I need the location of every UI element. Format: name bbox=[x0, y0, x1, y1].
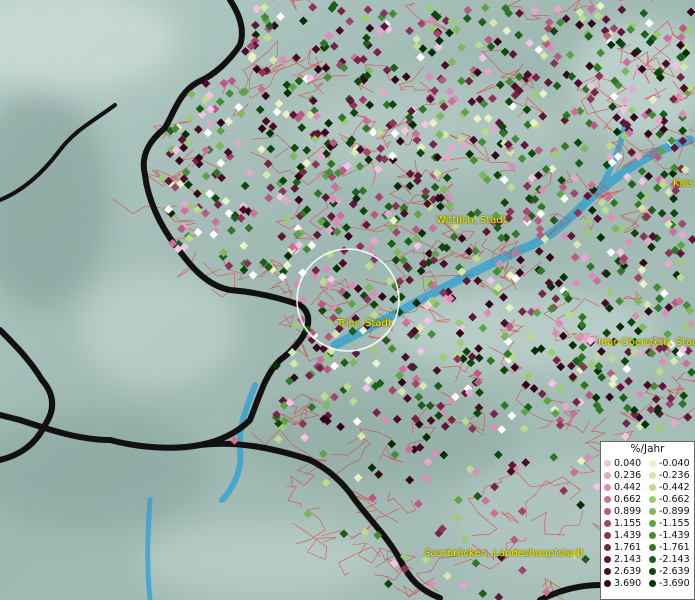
legend-swatch bbox=[604, 507, 611, 515]
legend-swatch bbox=[649, 519, 656, 527]
legend-value: 1.439 bbox=[614, 529, 642, 541]
legend-swatch bbox=[649, 495, 656, 503]
legend-entry-increase: 1.761 bbox=[604, 542, 649, 553]
legend-value: 2.639 bbox=[614, 565, 642, 577]
legend-swatch bbox=[649, 471, 656, 479]
legend-entry-decrease: -2.639 bbox=[649, 566, 694, 577]
legend-row: 0.899 -0.899 bbox=[604, 505, 694, 517]
legend-entry-increase: 3.690 bbox=[604, 578, 649, 589]
legend-value: -0.899 bbox=[659, 505, 690, 517]
map-legend: %/Jahr 0.040 -0.040 0.236 -0.236 0.442 -0.442… bbox=[600, 441, 695, 600]
legend-entry-increase: 1.155 bbox=[604, 518, 649, 529]
legend-value: 0.662 bbox=[614, 493, 642, 505]
legend-value: 0.040 bbox=[614, 457, 642, 469]
legend-row: 0.236 -0.236 bbox=[604, 469, 694, 481]
legend-swatch bbox=[604, 567, 611, 575]
legend-row: 0.040 -0.040 bbox=[604, 457, 694, 469]
legend-entry-increase: 0.040 bbox=[604, 458, 649, 469]
legend-row: 1.439 -1.439 bbox=[604, 529, 694, 541]
legend-swatch bbox=[604, 495, 611, 503]
legend-swatch bbox=[649, 579, 656, 587]
legend-swatch bbox=[604, 459, 611, 467]
legend-row: 1.155 -1.155 bbox=[604, 517, 694, 529]
legend-swatch bbox=[604, 555, 611, 563]
legend-entry-decrease: -1.761 bbox=[649, 542, 694, 553]
legend-swatch bbox=[604, 471, 611, 479]
city-label-idar-oberstein: Idar-Oberstein, Stad bbox=[598, 337, 695, 348]
legend-entry-decrease: -2.143 bbox=[649, 554, 694, 565]
legend-entry-decrease: -0.236 bbox=[649, 470, 694, 481]
legend-value: 0.899 bbox=[614, 505, 642, 517]
legend-value: 1.155 bbox=[614, 517, 642, 529]
legend-entry-increase: 2.639 bbox=[604, 566, 649, 577]
map-view[interactable]: Wittlich, Stadt Trier, Stadt Idar-Oberst… bbox=[0, 0, 695, 600]
legend-title: %/Jahr bbox=[630, 443, 665, 455]
legend-value: 1.761 bbox=[614, 541, 642, 553]
legend-entry-decrease: -0.442 bbox=[649, 482, 694, 493]
legend-swatch bbox=[649, 483, 656, 491]
legend-value: 3.690 bbox=[614, 577, 642, 589]
legend-value: -0.662 bbox=[659, 493, 690, 505]
legend-swatch bbox=[649, 459, 656, 467]
legend-value: -1.155 bbox=[659, 517, 690, 529]
legend-swatch bbox=[604, 543, 611, 551]
legend-swatch bbox=[649, 555, 656, 563]
legend-swatch bbox=[649, 543, 656, 551]
legend-value: 2.143 bbox=[614, 553, 642, 565]
city-label-kaiserslautern: Kais bbox=[673, 178, 694, 189]
legend-value: 0.442 bbox=[614, 481, 642, 493]
legend-entry-decrease: -3.690 bbox=[649, 578, 694, 589]
legend-swatch bbox=[649, 507, 656, 515]
legend-value: -0.442 bbox=[659, 481, 690, 493]
legend-value: -2.639 bbox=[659, 565, 690, 577]
legend-row: 0.442 -0.442 bbox=[604, 481, 694, 493]
legend-swatch bbox=[604, 579, 611, 587]
legend-entry-increase: 0.236 bbox=[604, 470, 649, 481]
legend-entry-increase: 1.439 bbox=[604, 530, 649, 541]
legend-row: 2.639 -2.639 bbox=[604, 565, 694, 577]
legend-entry-increase: 2.143 bbox=[604, 554, 649, 565]
legend-value: -1.439 bbox=[659, 529, 690, 541]
legend-swatch bbox=[604, 531, 611, 539]
legend-entry-decrease: -1.439 bbox=[649, 530, 694, 541]
legend-rows: 0.040 -0.040 0.236 -0.236 0.442 -0.442 0.662 -0… bbox=[604, 457, 694, 589]
legend-value: -0.236 bbox=[659, 469, 690, 481]
legend-swatch bbox=[604, 483, 611, 491]
city-label-wittlich: Wittlich, Stadt bbox=[436, 215, 507, 226]
legend-entry-increase: 0.662 bbox=[604, 494, 649, 505]
legend-entry-decrease: -1.155 bbox=[649, 518, 694, 529]
legend-row: 2.143 -2.143 bbox=[604, 553, 694, 565]
legend-row: 3.690 -3.690 bbox=[604, 577, 694, 589]
city-label-saarbruecken: Saarbrücken, Landeshauptstadt bbox=[424, 548, 584, 559]
city-label-trier: Trier, Stadt bbox=[337, 318, 392, 329]
legend-row: 1.761 -1.761 bbox=[604, 541, 694, 553]
basemap bbox=[0, 0, 695, 600]
legend-value: 0.236 bbox=[614, 469, 642, 481]
legend-entry-increase: 0.442 bbox=[604, 482, 649, 493]
legend-entry-decrease: -0.662 bbox=[649, 494, 694, 505]
legend-value: -2.143 bbox=[659, 553, 690, 565]
legend-value: -1.761 bbox=[659, 541, 690, 553]
legend-swatch bbox=[604, 519, 611, 527]
legend-value: -3.690 bbox=[659, 577, 690, 589]
legend-entry-decrease: -0.040 bbox=[649, 458, 694, 469]
legend-swatch bbox=[649, 531, 656, 539]
legend-entry-increase: 0.899 bbox=[604, 506, 649, 517]
legend-row: 0.662 -0.662 bbox=[604, 493, 694, 505]
legend-value: -0.040 bbox=[659, 457, 690, 469]
legend-swatch bbox=[649, 567, 656, 575]
legend-entry-decrease: -0.899 bbox=[649, 506, 694, 517]
